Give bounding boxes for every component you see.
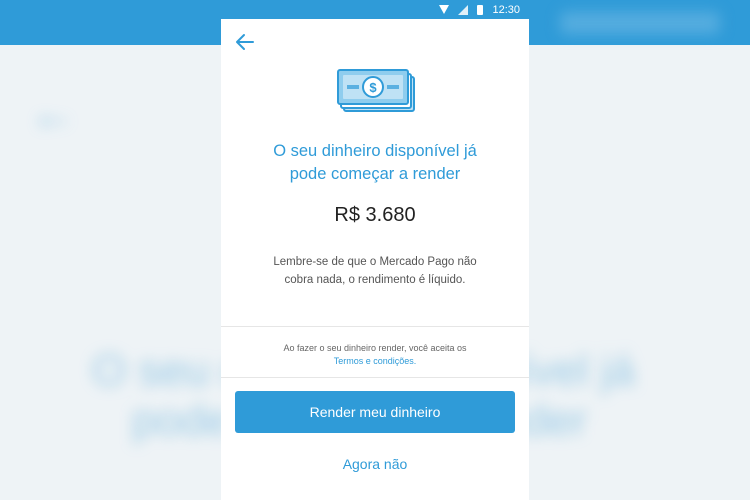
arrow-left-icon <box>236 34 254 50</box>
title-line-1: O seu dinheiro disponível já <box>273 142 477 160</box>
svg-text:$: $ <box>369 80 377 95</box>
background-status-smudge <box>560 12 720 34</box>
status-bar: 12:30 <box>221 0 529 19</box>
phone-screen: 12:30 $ O seu dinheiro disponível já pod… <box>221 0 529 500</box>
page-title: O seu dinheiro disponível já pode começa… <box>221 140 529 186</box>
fee-note: Lembre-se de que o Mercado Pago não cobr… <box>221 253 529 289</box>
title-line-2: pode começar a render <box>289 165 461 183</box>
battery-icon <box>477 4 484 15</box>
render-money-button[interactable]: Render meu dinheiro <box>235 391 515 433</box>
terms-notice: Ao fazer o seu dinheiro render, você ace… <box>221 342 529 368</box>
not-now-button[interactable]: Agora não <box>221 456 529 472</box>
wifi-icon <box>439 5 450 14</box>
terms-text: Ao fazer o seu dinheiro render, você ace… <box>283 343 467 353</box>
divider <box>221 326 529 327</box>
signal-icon <box>458 4 469 15</box>
background-arrow-icon: ← <box>30 87 76 139</box>
terms-link[interactable]: Termos e condições. <box>221 355 529 368</box>
divider <box>221 377 529 378</box>
note-line-2: cobra nada, o rendimento é líquido. <box>284 274 466 286</box>
banknote-icon: $ <box>337 68 417 119</box>
available-amount: R$ 3.680 <box>334 204 416 226</box>
status-time: 12:30 <box>492 3 520 16</box>
note-line-1: Lembre-se de que o Mercado Pago não <box>273 256 477 268</box>
back-button[interactable] <box>233 30 257 54</box>
